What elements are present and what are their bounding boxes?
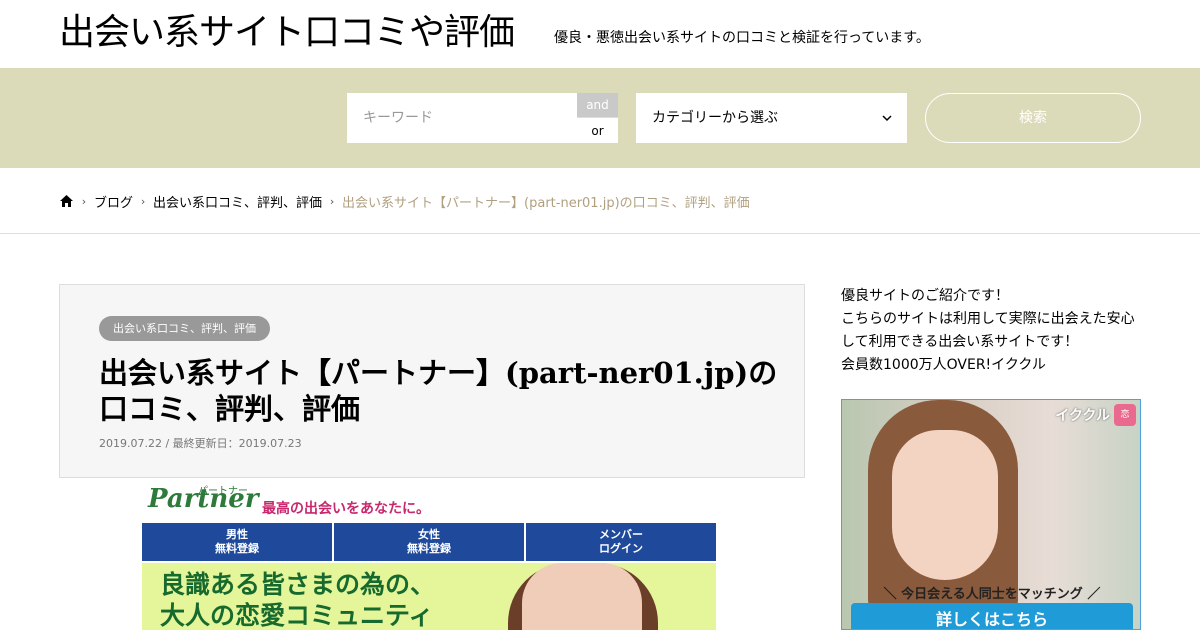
ad-brand-icon: 恋 (1114, 404, 1136, 426)
article-header: 出会い系口コミ、評判、評価 出会い系サイト【パートナー】(part-ner01.… (59, 284, 805, 478)
chevron-right-icon: › (81, 194, 87, 208)
site-title[interactable]: 出会い系サイト口コミや評価 (59, 10, 515, 56)
breadcrumb-item-category[interactable]: 出会い系口コミ、評判、評価 (153, 192, 322, 211)
breadcrumb-item-current: 出会い系サイト【パートナー】(part-ner01.jp)の口コミ、評判、評価 (342, 195, 750, 211)
sidebar-line: こちらのサイトは利用して実際に出会えた安心 (841, 311, 1135, 327)
feature-nav-login: メンバー ログイン (526, 523, 716, 561)
sidebar-line: 会員数1000万人OVER!イククル (841, 357, 1046, 373)
and-or-toggle: and or (577, 93, 618, 143)
category-badge[interactable]: 出会い系口コミ、評判、評価 (99, 316, 270, 341)
site-header: 出会い系サイト口コミや評価 優良・悪徳出会い系サイトの口コミと検証を行っています… (0, 0, 1200, 68)
site-description: 優良・悪徳出会い系サイトの口コミと検証を行っています。 (554, 30, 930, 46)
keyword-input[interactable] (347, 93, 577, 143)
search-bar: and or カテゴリーから選ぶ 検索 (0, 68, 1200, 168)
post-date: 2019.07.22 / 最終更新日：2019.07.23 (99, 437, 302, 450)
feature-tagline: 最高の出会いをあなたに。 (262, 501, 430, 517)
feature-headline: 良識ある皆さまの為の、 大人の恋愛コミュニティ (160, 570, 436, 630)
chevron-right-icon: › (329, 194, 335, 208)
sidebar-line: して利用できる出会い系サイトです！ (841, 334, 1079, 350)
feature-nav-male: 男性 無料登録 (142, 523, 332, 561)
sidebar-ad-banner[interactable]: イククル 恋 ＼ 今日会える人同士をマッチング ／ 詳しくはこちら (841, 399, 1141, 630)
sidebar-intro: 優良サイトのご紹介です！ こちらのサイトは利用して実際に出会えた安心 して利用で… (841, 285, 1141, 377)
divider (0, 233, 1200, 234)
sidebar-line: 優良サイトのご紹介です！ (841, 288, 1009, 304)
category-select-value: カテゴリーから選ぶ (652, 110, 778, 126)
category-select[interactable]: カテゴリーから選ぶ (636, 93, 907, 143)
or-option[interactable]: or (577, 117, 618, 143)
ad-model-face (892, 430, 998, 580)
chevron-down-icon (882, 115, 892, 122)
feature-nav: 男性 無料登録 女性 無料登録 メンバー ログイン (142, 523, 716, 561)
home-icon[interactable] (59, 194, 74, 208)
search-button[interactable]: 検索 (925, 93, 1141, 143)
breadcrumb-item-blog[interactable]: ブログ (94, 192, 133, 211)
featured-image: Partner パートナー 最高の出会いをあなたに。 男性 無料登録 女性 無料登録… (140, 480, 716, 630)
model-face (522, 563, 642, 630)
feature-nav-female: 女性 無料登録 (334, 523, 524, 561)
feature-banner: 良識ある皆さまの為の、 大人の恋愛コミュニティ (142, 563, 716, 630)
ad-match-text: ＼ 今日会える人同士をマッチング ／ (883, 587, 1101, 602)
chevron-right-icon: › (140, 194, 146, 208)
partner-logo-sub: パートナー (198, 486, 248, 497)
ad-cta-button[interactable]: 詳しくはこちら (851, 603, 1133, 629)
breadcrumb: › ブログ › 出会い系口コミ、評判、評価 › 出会い系サイト【パートナー】(p… (59, 188, 750, 214)
and-option[interactable]: and (577, 93, 618, 117)
post-title: 出会い系サイト【パートナー】(part-ner01.jp)の口コミ、評判、評価 (99, 356, 778, 426)
ad-brand: イククル (1055, 408, 1110, 424)
